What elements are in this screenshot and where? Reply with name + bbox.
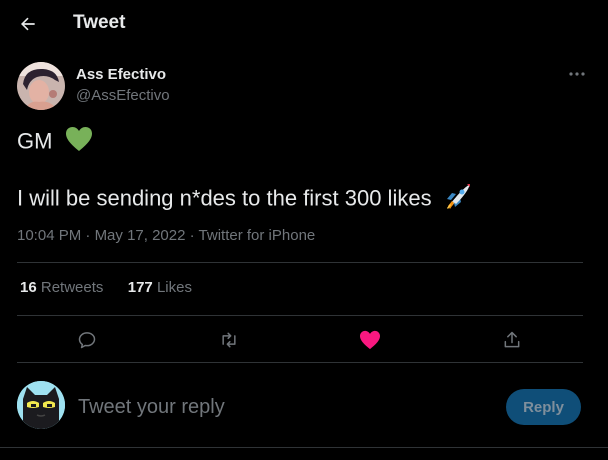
share-icon	[504, 331, 520, 348]
header: Tweet	[0, 0, 608, 48]
author-handle[interactable]: @AssEfectivo	[76, 87, 170, 104]
divider	[17, 362, 583, 363]
like-button[interactable]	[352, 322, 388, 358]
avatar[interactable]	[17, 62, 65, 110]
retweets-stat[interactable]: 16 Retweets	[20, 279, 103, 296]
tweet-stats: 16 Retweets 177 Likes	[20, 279, 192, 296]
reply-icon	[78, 332, 96, 349]
more-button[interactable]	[562, 62, 592, 86]
tweet-date[interactable]: May 17, 2022	[95, 227, 186, 244]
page-title: Tweet	[73, 12, 126, 33]
divider	[17, 315, 583, 316]
back-button[interactable]	[14, 10, 42, 38]
tweet-text-body: I will be sending n*des to the first 300…	[17, 185, 432, 211]
share-button[interactable]	[494, 322, 530, 358]
arrow-left-icon	[21, 17, 35, 31]
likes-label: Likes	[156, 279, 192, 296]
reply-button[interactable]	[69, 322, 105, 358]
tweet-time[interactable]: 10:04 PM	[17, 227, 81, 244]
author-name[interactable]: Ass Efectivo	[76, 66, 166, 83]
tweet-meta: 10:04 PM · May 17, 2022 · Twitter for iP…	[17, 227, 315, 244]
tweet-actions	[17, 322, 583, 358]
heart-icon	[360, 330, 380, 350]
more-horizontal-icon	[569, 72, 585, 76]
tweet-author: Ass Efectivo @AssEfectivo	[17, 62, 592, 112]
reply-submit-button[interactable]: Reply	[506, 389, 581, 425]
reply-composer: Reply	[0, 364, 608, 460]
tweet-source[interactable]: Twitter for iPhone	[199, 227, 316, 244]
retweets-label: Retweets	[40, 279, 104, 296]
retweet-button[interactable]	[211, 322, 247, 358]
likes-count: 177	[127, 279, 153, 296]
divider	[0, 447, 608, 448]
meta-separator: ·	[185, 227, 199, 244]
tweet-text-line-2: I will be sending n*des to the first 300…	[17, 182, 472, 217]
retweet-icon	[222, 332, 236, 348]
meta-separator: ·	[81, 227, 95, 244]
reply-input[interactable]	[78, 394, 478, 420]
retweets-count: 16	[20, 279, 37, 296]
tweet-text-line-1: GM	[17, 126, 93, 159]
divider	[17, 262, 583, 263]
user-avatar[interactable]	[17, 381, 65, 429]
green-heart-emoji	[65, 126, 93, 159]
rocket-emoji	[444, 182, 472, 217]
likes-stat[interactable]: 177 Likes	[128, 279, 192, 296]
tweet-text-gm: GM	[17, 128, 53, 154]
